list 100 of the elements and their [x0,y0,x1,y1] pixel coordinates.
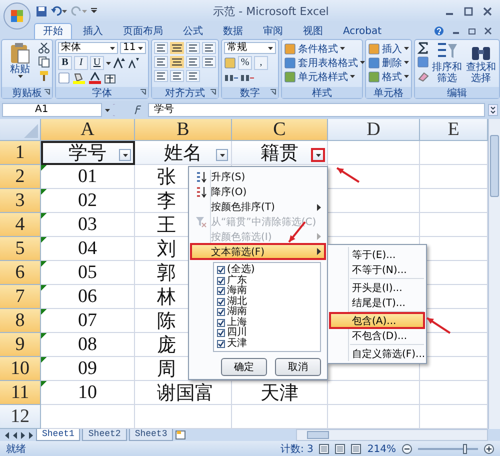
decrease-decimal-icon[interactable] [240,72,254,84]
column-header[interactable]: D [328,119,420,141]
checkbox[interactable] [217,329,225,338]
command-icon[interactable] [284,70,296,82]
right-align-icon[interactable] [186,56,200,68]
checkbox[interactable] [217,340,225,348]
row-header[interactable]: 8 [0,309,41,333]
name-box[interactable]: A1 [2,103,102,117]
menu-item[interactable]: 不包含(D)... [330,328,424,343]
sum-icon[interactable] [417,42,429,54]
zoom-level-text[interactable]: 214% [367,444,396,454]
cancel-button[interactable]: 取消 [275,358,321,376]
ribbon-command[interactable]: 套用表格格式 [284,56,365,69]
checkbox[interactable] [217,298,225,306]
row-header[interactable]: 5 [0,237,41,261]
scrollbar-thumb[interactable] [490,135,499,197]
menu-item[interactable]: 结尾是(T)... [330,295,424,310]
decrease-indent-icon[interactable] [154,70,168,82]
underline-button[interactable]: U [90,56,104,70]
row-header[interactable]: 10 [0,357,41,381]
fill-color-icon[interactable] [72,72,86,84]
dialog-launcher-icon[interactable] [270,89,276,95]
cut-icon[interactable] [38,42,50,54]
column-header[interactable]: E [420,119,488,141]
zoom-slider-thumb[interactable] [462,444,467,454]
menu-item[interactable]: 自定义筛选(F)... [330,346,424,361]
normal-view-icon[interactable] [319,444,330,454]
left-align-icon[interactable] [154,56,168,68]
restore-icon[interactable] [468,26,476,34]
ribbon-command[interactable]: 插入 [368,42,409,55]
close-icon[interactable] [484,26,492,34]
page-layout-icon[interactable] [335,444,346,454]
column-header[interactable]: C [232,119,328,141]
ribbon-tab[interactable]: 数据 [214,23,252,39]
shrink-font-icon[interactable] [127,57,139,69]
command-icon[interactable] [284,56,296,68]
menu-item[interactable]: 等于(E)... [330,247,424,262]
merge-icon[interactable] [202,56,216,68]
help-icon[interactable] [434,26,444,36]
bold-button[interactable]: B [58,56,72,70]
row-header[interactable]: 6 [0,261,41,285]
maximize-icon[interactable] [464,6,473,16]
close-icon[interactable] [483,6,492,16]
ribbon-tab[interactable]: 开始 [34,23,72,39]
number-format-field[interactable]: 常规 [224,42,276,54]
command-icon[interactable] [368,42,380,54]
ok-button[interactable]: 确定 [221,358,267,376]
clear-icon[interactable] [417,70,429,82]
borders-icon[interactable] [58,72,70,84]
find-select-button[interactable]: 查找和选择 [465,42,497,84]
row-header[interactable]: 9 [0,333,41,357]
orientation-icon[interactable] [186,70,200,82]
ribbon-command[interactable]: 格式 [368,70,409,83]
font-name-field[interactable]: 宋体 [58,42,118,54]
command-icon[interactable] [368,56,380,68]
row-header[interactable]: 12 [0,405,41,429]
copy-icon[interactable] [38,56,50,68]
row-header[interactable]: 1 [0,141,41,165]
font-color-icon[interactable] [88,72,102,84]
zoom-out-icon[interactable] [402,444,412,454]
ribbon-tab[interactable]: 插入 [74,23,112,39]
percent-button[interactable]: % [238,56,252,70]
row-header[interactable]: 4 [0,213,41,237]
sheet-tab[interactable]: Sheet3 [128,429,174,441]
undo-icon[interactable] [51,6,67,16]
filter-button[interactable] [216,149,228,161]
sheet-tab[interactable]: Sheet2 [82,429,127,441]
middle-align-icon[interactable] [170,42,184,54]
row-header[interactable]: 11 [0,381,41,405]
expand-icon[interactable] [488,104,498,116]
command-icon[interactable] [284,42,296,54]
ribbon-tab[interactable]: Acrobat [334,23,391,39]
insert-sheet-icon[interactable] [175,430,188,440]
row-header[interactable]: 3 [0,189,41,213]
comma-button[interactable]: , [254,56,268,70]
wrap-text-icon[interactable] [202,42,216,54]
sort-filter-button[interactable]: 排序和筛选 [431,42,463,84]
dialog-launcher-icon[interactable] [210,89,216,95]
font-size-field[interactable]: 11 [120,42,146,54]
checkbox[interactable] [217,318,225,327]
menu-item[interactable]: 不等于(N)... [330,262,424,277]
checkbox[interactable] [217,276,225,285]
formula-field[interactable]: 学号 [148,103,485,117]
dialog-launcher-icon[interactable] [140,89,146,95]
save-icon[interactable] [36,6,47,16]
ribbon-tab[interactable]: 公式 [174,23,212,39]
ribbon-tab[interactable]: 视图 [294,23,332,39]
ribbon-tab[interactable]: 页面布局 [114,23,172,39]
format-painter-icon[interactable] [38,70,50,82]
checkbox[interactable] [217,266,225,274]
checkbox[interactable] [217,308,225,316]
command-icon[interactable] [368,70,380,82]
filter-button[interactable] [311,148,325,162]
scrollbar-thumb[interactable] [307,431,329,439]
top-align-icon[interactable] [154,42,168,54]
grow-font-icon[interactable] [113,57,125,69]
ribbon-command[interactable]: 条件格式 [284,42,365,55]
paste-button[interactable]: 粘贴 [4,42,36,78]
sheet-tab[interactable]: Sheet1 [36,429,80,441]
column-header[interactable]: B [135,119,232,141]
